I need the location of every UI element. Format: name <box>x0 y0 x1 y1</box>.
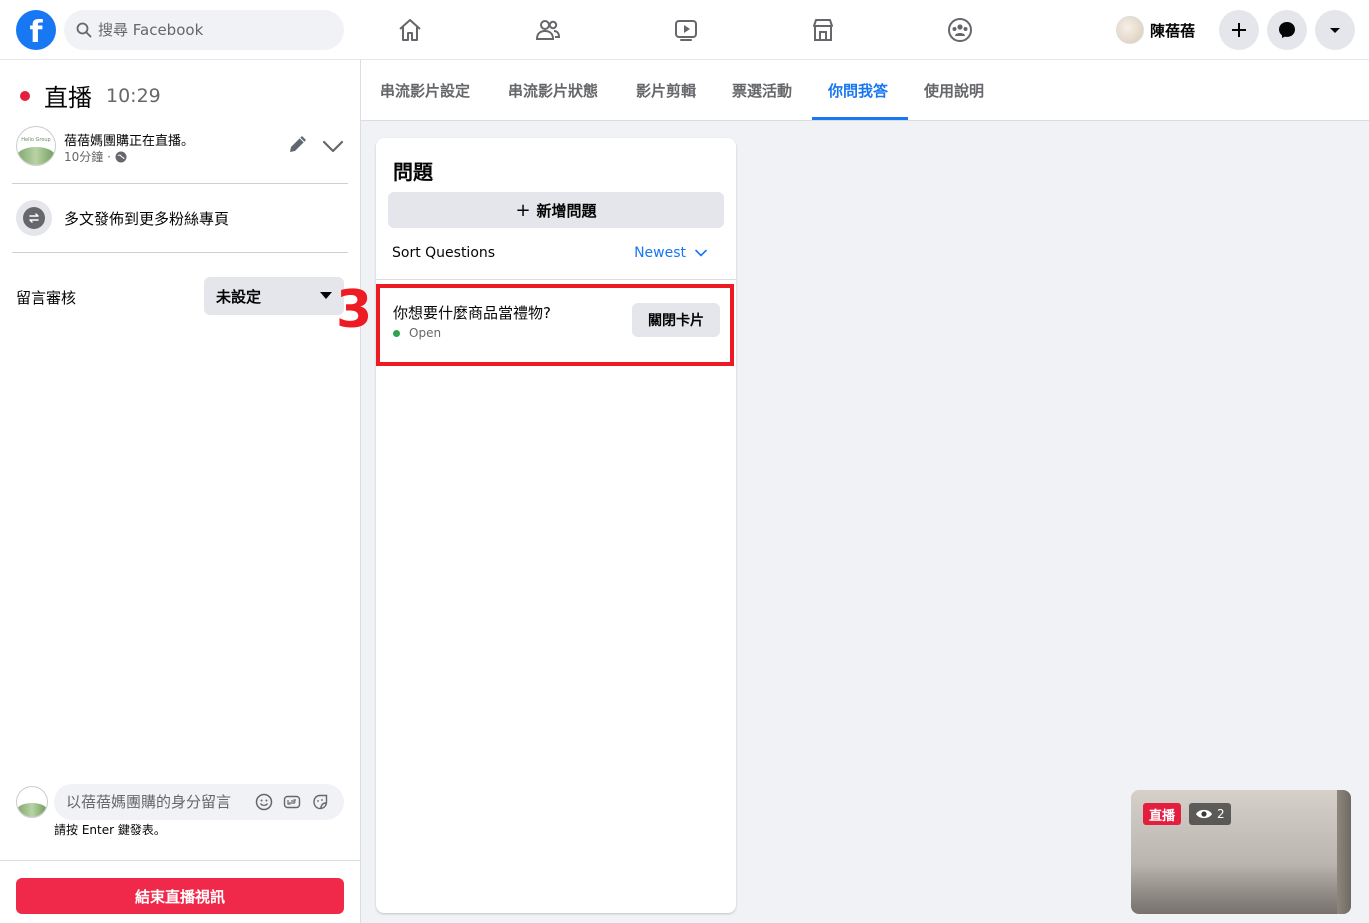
tab-clips[interactable]: 影片剪輯 <box>636 60 696 120</box>
marketplace-icon[interactable] <box>805 12 841 48</box>
friends-icon[interactable] <box>530 12 566 48</box>
comment-box[interactable] <box>54 784 344 820</box>
sort-order-value: Newest <box>634 245 686 261</box>
comment-input[interactable] <box>66 793 246 811</box>
account-menu-button[interactable] <box>1315 10 1355 50</box>
live-header: 直播 10:29 <box>20 78 161 113</box>
dropdown-icon <box>1330 28 1340 33</box>
profile-name: 陳蓓蓓 <box>1150 21 1196 40</box>
messenger-icon <box>1279 22 1295 38</box>
caret-down-icon <box>320 292 332 299</box>
chevron-down-icon <box>695 249 707 257</box>
search-input[interactable] <box>98 21 318 39</box>
crosspost-label: 多文發佈到更多粉絲專頁 <box>64 209 230 228</box>
post-description: 蓓蓓媽團購正在直播。 <box>64 134 195 149</box>
search-bar[interactable] <box>64 10 344 50</box>
live-post-summary: Hello Group 蓓蓓媽團購正在直播。 10分鐘 · <box>16 126 346 170</box>
elapsed-time: 10:29 <box>106 84 161 107</box>
avatar <box>1116 16 1144 44</box>
live-control-panel: 直播 10:29 Hello Group 蓓蓓媽團購正在直播。 10分鐘 · 多… <box>0 60 361 923</box>
divider <box>12 183 348 184</box>
globe-icon <box>115 151 127 162</box>
viewer-count: 2 <box>1217 807 1225 821</box>
gif-icon[interactable] <box>282 792 302 812</box>
step-number-annotation: 3 <box>336 280 373 340</box>
emoji-icon[interactable] <box>254 792 274 812</box>
moderation-selected-value: 未設定 <box>216 287 262 306</box>
sort-order-select[interactable]: Newest <box>634 245 708 261</box>
end-live-video-button[interactable]: 結束直播視訊 <box>16 878 344 914</box>
tab-stream-health[interactable]: 串流影片狀態 <box>508 60 598 120</box>
watch-icon[interactable] <box>668 12 704 48</box>
live-video-preview[interactable]: 直播 2 <box>1131 790 1351 914</box>
question-item-highlighted: 你想要什麼商品當禮物? Open 關閉卡片 <box>376 284 734 366</box>
divider <box>0 860 361 861</box>
comment-moderation-label: 留言審核 <box>16 289 77 307</box>
producer-tabs: 串流影片設定 串流影片狀態 影片剪輯 票選活動 你問我答 使用說明 <box>361 60 1369 121</box>
viewer-count-badge: 2 <box>1189 803 1231 825</box>
edit-pencil-icon[interactable] <box>286 132 310 156</box>
add-question-button[interactable]: + 新增問題 <box>388 192 724 228</box>
comment-composer <box>16 784 346 824</box>
plus-icon <box>1232 23 1246 37</box>
sort-questions-label: Sort Questions <box>392 245 496 261</box>
live-indicator-dot <box>20 90 30 101</box>
search-icon <box>76 22 92 38</box>
profile-link[interactable]: 陳蓓蓓 <box>1116 14 1195 46</box>
crosspost-icon <box>16 200 52 236</box>
groups-icon[interactable] <box>942 12 978 48</box>
comment-moderation-select[interactable]: 未設定 <box>204 277 344 315</box>
add-question-label: 新增問題 <box>536 201 597 220</box>
divider <box>376 279 736 280</box>
sticker-icon[interactable] <box>310 792 330 812</box>
questions-panel: 問題 + 新增問題 Sort Questions Newest 你想要什麼商品當… <box>376 138 736 913</box>
crosspost-option[interactable]: 多文發佈到更多粉絲專頁 <box>16 200 229 236</box>
question-status-label: Open <box>409 326 442 340</box>
live-badge: 直播 <box>1143 803 1182 825</box>
question-text: 你想要什麼商品當禮物? <box>393 304 551 322</box>
tab-stream-setup[interactable]: 串流影片設定 <box>380 60 470 120</box>
chevron-down-icon[interactable] <box>320 134 346 158</box>
tab-questions[interactable]: 你問我答 <box>828 60 888 120</box>
commenter-avatar <box>16 786 48 818</box>
home-icon[interactable] <box>392 12 428 48</box>
enter-hint: 請按 Enter 鍵發表。 <box>54 823 166 837</box>
question-status: Open <box>393 326 441 340</box>
tab-help[interactable]: 使用說明 <box>924 60 984 120</box>
tab-polls[interactable]: 票選活動 <box>732 60 792 120</box>
questions-title: 問題 <box>393 160 433 184</box>
avatar-logo-text: Hello Group <box>21 137 51 143</box>
plus-icon: + <box>515 199 531 221</box>
messenger-button[interactable] <box>1267 10 1307 50</box>
page-avatar[interactable]: Hello Group <box>16 126 56 166</box>
status-dot <box>393 329 400 337</box>
active-tab-indicator <box>812 117 908 120</box>
create-button[interactable] <box>1219 10 1259 50</box>
post-meta: 10分鐘 · <box>64 148 127 165</box>
close-card-button[interactable]: 關閉卡片 <box>632 303 720 337</box>
divider <box>12 252 348 253</box>
post-time: 10分鐘 · <box>64 150 111 164</box>
eye-icon <box>1196 809 1212 819</box>
facebook-logo[interactable]: f <box>16 10 56 50</box>
top-navigation-bar: f 陳蓓蓓 <box>0 0 1369 60</box>
live-title: 直播 <box>44 84 92 112</box>
